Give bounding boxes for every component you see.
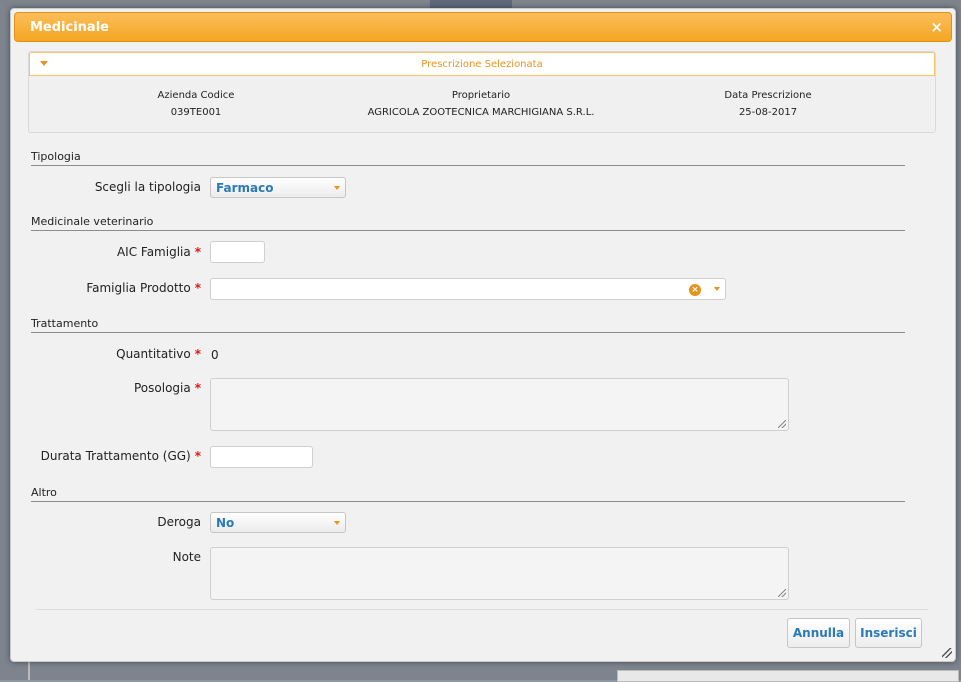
azienda-codice-label: Azienda Codice xyxy=(157,90,235,101)
tipologia-label: Scegli la tipologia xyxy=(11,180,201,194)
required-marker: * xyxy=(194,347,201,361)
deroga-label-text: Deroga xyxy=(157,515,201,529)
note-label-text: Note xyxy=(172,550,201,564)
section-tipologia-title: Tipologia xyxy=(31,150,81,163)
deroga-label: Deroga xyxy=(11,515,201,529)
annulla-button[interactable]: Annulla xyxy=(787,618,850,648)
backdrop-edge xyxy=(28,660,30,680)
azienda-codice-column: Azienda Codice 039TE001 xyxy=(76,90,316,118)
prescription-panel-title: Prescrizione Selezionata xyxy=(421,59,543,70)
dialog-resize-handle-icon[interactable] xyxy=(942,648,952,658)
footer-divider xyxy=(36,609,928,610)
backdrop-panel xyxy=(617,670,959,682)
tipologia-select[interactable]: Farmaco xyxy=(210,177,346,198)
section-medicinale-title: Medicinale veterinario xyxy=(31,215,154,228)
dialog-titlebar[interactable]: Medicinale × xyxy=(14,12,952,42)
tipologia-label-text: Scegli la tipologia xyxy=(94,180,201,194)
posologia-label: Posologia * xyxy=(11,381,201,395)
resize-grip-icon[interactable] xyxy=(778,589,786,597)
prescription-panel: Prescrizione Selezionata Azienda Codice … xyxy=(28,51,936,133)
proprietario-value: AGRICOLA ZOOTECNICA MARCHIGIANA S.R.L. xyxy=(367,107,595,118)
clear-icon[interactable]: × xyxy=(689,284,701,296)
quantitativo-value: 0 xyxy=(211,348,219,362)
azienda-codice-value: 039TE001 xyxy=(170,107,222,118)
deroga-select-value: No xyxy=(216,516,235,530)
durata-label: Durata Trattamento (GG) * xyxy=(11,449,201,463)
data-prescrizione-value: 25-08-2017 xyxy=(738,107,798,118)
proprietario-label: Proprietario xyxy=(451,90,511,101)
aic-famiglia-label-text: AIC Famiglia xyxy=(116,245,191,259)
dialog-title: Medicinale xyxy=(30,20,109,35)
medicinale-dialog: Medicinale × Prescrizione Selezionata Az… xyxy=(10,8,956,662)
resize-grip-icon[interactable] xyxy=(778,420,786,428)
data-prescrizione-label: Data Prescrizione xyxy=(724,90,812,101)
required-marker: * xyxy=(194,245,201,259)
famiglia-prodotto-label-text: Famiglia Prodotto xyxy=(86,281,191,295)
aic-famiglia-input[interactable] xyxy=(210,241,265,263)
aic-famiglia-label: AIC Famiglia * xyxy=(11,245,201,259)
note-textarea[interactable] xyxy=(210,547,789,600)
section-altro: Altro xyxy=(31,486,905,502)
chevron-down-icon[interactable] xyxy=(714,287,720,291)
tipologia-select-value: Farmaco xyxy=(216,181,274,195)
quantitativo-label-text: Quantitativo xyxy=(116,347,191,361)
famiglia-prodotto-combobox[interactable]: × xyxy=(210,278,726,300)
section-trattamento-title: Trattamento xyxy=(31,317,99,330)
required-marker: * xyxy=(194,381,201,395)
durata-label-text: Durata Trattamento (GG) xyxy=(40,449,191,463)
famiglia-prodotto-label: Famiglia Prodotto * xyxy=(11,281,201,295)
section-altro-title: Altro xyxy=(31,486,57,499)
inserisci-button[interactable]: Inserisci xyxy=(855,618,922,648)
data-prescrizione-column: Data Prescrizione 25-08-2017 xyxy=(648,90,888,118)
deroga-select[interactable]: No xyxy=(210,512,346,533)
posologia-label-text: Posologia xyxy=(133,381,191,395)
durata-input[interactable] xyxy=(210,446,313,468)
close-icon[interactable]: × xyxy=(930,18,943,36)
chevron-down-icon xyxy=(334,521,340,525)
section-trattamento: Trattamento xyxy=(31,317,905,333)
section-tipologia: Tipologia xyxy=(31,150,905,166)
proprietario-column: Proprietario AGRICOLA ZOOTECNICA MARCHIG… xyxy=(361,90,601,118)
required-marker: * xyxy=(194,449,201,463)
quantitativo-label: Quantitativo * xyxy=(11,347,201,361)
chevron-down-icon xyxy=(334,186,340,190)
prescription-panel-header[interactable]: Prescrizione Selezionata xyxy=(29,52,935,76)
posologia-textarea[interactable] xyxy=(210,378,789,431)
note-label: Note xyxy=(11,550,201,564)
required-marker: * xyxy=(194,281,201,295)
section-medicinale: Medicinale veterinario xyxy=(31,215,905,231)
